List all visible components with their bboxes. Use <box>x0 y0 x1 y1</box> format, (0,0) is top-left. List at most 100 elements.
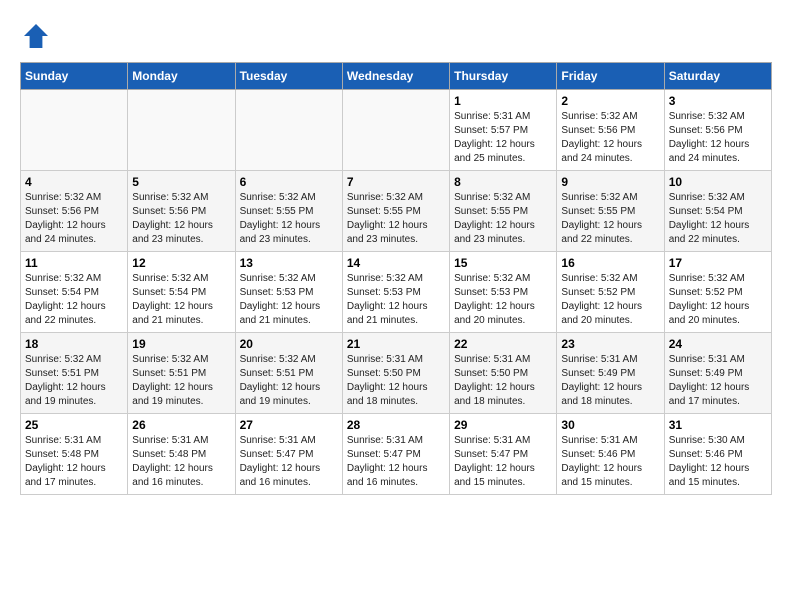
day-info: Sunrise: 5:32 AM Sunset: 5:53 PM Dayligh… <box>454 272 552 328</box>
day-number: 1 <box>454 94 552 108</box>
day-number: 20 <box>240 337 338 351</box>
day-number: 12 <box>132 256 230 270</box>
calendar-cell: 19 Sunrise: 5:32 AM Sunset: 5:51 PM Dayli… <box>128 333 235 414</box>
calendar-cell: 28 Sunrise: 5:31 AM Sunset: 5:47 PM Dayli… <box>342 414 449 495</box>
day-number: 8 <box>454 175 552 189</box>
calendar-cell: 5 Sunrise: 5:32 AM Sunset: 5:56 PM Daylig… <box>128 171 235 252</box>
day-info: Sunrise: 5:31 AM Sunset: 5:47 PM Dayligh… <box>347 434 445 490</box>
day-number: 13 <box>240 256 338 270</box>
weekday-header-thursday: Thursday <box>450 63 557 90</box>
day-info: Sunrise: 5:32 AM Sunset: 5:53 PM Dayligh… <box>347 272 445 328</box>
day-info: Sunrise: 5:32 AM Sunset: 5:56 PM Dayligh… <box>561 110 659 166</box>
day-number: 27 <box>240 418 338 432</box>
calendar-cell: 3 Sunrise: 5:32 AM Sunset: 5:56 PM Daylig… <box>664 90 771 171</box>
calendar-cell: 9 Sunrise: 5:32 AM Sunset: 5:55 PM Daylig… <box>557 171 664 252</box>
calendar-cell: 17 Sunrise: 5:32 AM Sunset: 5:52 PM Dayli… <box>664 252 771 333</box>
day-number: 9 <box>561 175 659 189</box>
calendar-cell: 11 Sunrise: 5:32 AM Sunset: 5:54 PM Dayli… <box>21 252 128 333</box>
day-number: 18 <box>25 337 123 351</box>
day-info: Sunrise: 5:32 AM Sunset: 5:54 PM Dayligh… <box>132 272 230 328</box>
day-info: Sunrise: 5:31 AM Sunset: 5:47 PM Dayligh… <box>454 434 552 490</box>
day-info: Sunrise: 5:31 AM Sunset: 5:47 PM Dayligh… <box>240 434 338 490</box>
calendar-cell: 14 Sunrise: 5:32 AM Sunset: 5:53 PM Dayli… <box>342 252 449 333</box>
calendar-cell: 24 Sunrise: 5:31 AM Sunset: 5:49 PM Dayli… <box>664 333 771 414</box>
weekday-header-sunday: Sunday <box>21 63 128 90</box>
day-number: 10 <box>669 175 767 189</box>
calendar-week-row: 4 Sunrise: 5:32 AM Sunset: 5:56 PM Daylig… <box>21 171 772 252</box>
day-info: Sunrise: 5:32 AM Sunset: 5:55 PM Dayligh… <box>240 191 338 247</box>
day-info: Sunrise: 5:32 AM Sunset: 5:51 PM Dayligh… <box>132 353 230 409</box>
day-info: Sunrise: 5:31 AM Sunset: 5:48 PM Dayligh… <box>132 434 230 490</box>
day-number: 2 <box>561 94 659 108</box>
calendar-cell: 6Sunrise: 5:32 AM Sunset: 5:55 PM Daylig… <box>235 171 342 252</box>
day-number: 28 <box>347 418 445 432</box>
calendar-cell: 26 Sunrise: 5:31 AM Sunset: 5:48 PM Dayli… <box>128 414 235 495</box>
calendar-cell: 20 Sunrise: 5:32 AM Sunset: 5:51 PM Dayli… <box>235 333 342 414</box>
calendar-cell: 8 Sunrise: 5:32 AM Sunset: 5:55 PM Daylig… <box>450 171 557 252</box>
logo <box>20 20 56 52</box>
calendar-cell <box>342 90 449 171</box>
calendar-cell: 30Sunrise: 5:31 AM Sunset: 5:46 PM Dayli… <box>557 414 664 495</box>
day-number: 26 <box>132 418 230 432</box>
weekday-header-friday: Friday <box>557 63 664 90</box>
calendar-cell: 29 Sunrise: 5:31 AM Sunset: 5:47 PM Dayli… <box>450 414 557 495</box>
day-info: Sunrise: 5:32 AM Sunset: 5:56 PM Dayligh… <box>25 191 123 247</box>
day-info: Sunrise: 5:31 AM Sunset: 5:50 PM Dayligh… <box>454 353 552 409</box>
calendar-cell: 10 Sunrise: 5:32 AM Sunset: 5:54 PM Dayli… <box>664 171 771 252</box>
day-number: 21 <box>347 337 445 351</box>
calendar-cell <box>21 90 128 171</box>
day-info: Sunrise: 5:31 AM Sunset: 5:48 PM Dayligh… <box>25 434 123 490</box>
page-header <box>20 20 772 52</box>
day-info: Sunrise: 5:32 AM Sunset: 5:56 PM Dayligh… <box>669 110 767 166</box>
calendar-cell: 25Sunrise: 5:31 AM Sunset: 5:48 PM Dayli… <box>21 414 128 495</box>
day-number: 17 <box>669 256 767 270</box>
day-info: Sunrise: 5:32 AM Sunset: 5:52 PM Dayligh… <box>561 272 659 328</box>
day-info: Sunrise: 5:31 AM Sunset: 5:49 PM Dayligh… <box>669 353 767 409</box>
calendar-week-row: 18 Sunrise: 5:32 AM Sunset: 5:51 PM Dayli… <box>21 333 772 414</box>
day-number: 29 <box>454 418 552 432</box>
calendar-week-row: 25Sunrise: 5:31 AM Sunset: 5:48 PM Dayli… <box>21 414 772 495</box>
weekday-header-tuesday: Tuesday <box>235 63 342 90</box>
day-info: Sunrise: 5:32 AM Sunset: 5:54 PM Dayligh… <box>25 272 123 328</box>
calendar-cell: 2 Sunrise: 5:32 AM Sunset: 5:56 PM Daylig… <box>557 90 664 171</box>
day-number: 22 <box>454 337 552 351</box>
calendar-header: SundayMondayTuesdayWednesdayThursdayFrid… <box>21 63 772 90</box>
day-number: 23 <box>561 337 659 351</box>
calendar-cell: 31Sunrise: 5:30 AM Sunset: 5:46 PM Dayli… <box>664 414 771 495</box>
weekday-header-wednesday: Wednesday <box>342 63 449 90</box>
day-info: Sunrise: 5:32 AM Sunset: 5:56 PM Dayligh… <box>132 191 230 247</box>
day-info: Sunrise: 5:32 AM Sunset: 5:52 PM Dayligh… <box>669 272 767 328</box>
day-number: 14 <box>347 256 445 270</box>
day-number: 5 <box>132 175 230 189</box>
day-info: Sunrise: 5:32 AM Sunset: 5:55 PM Dayligh… <box>454 191 552 247</box>
day-number: 3 <box>669 94 767 108</box>
day-info: Sunrise: 5:32 AM Sunset: 5:55 PM Dayligh… <box>561 191 659 247</box>
calendar-cell: 12 Sunrise: 5:32 AM Sunset: 5:54 PM Dayli… <box>128 252 235 333</box>
day-info: Sunrise: 5:31 AM Sunset: 5:49 PM Dayligh… <box>561 353 659 409</box>
calendar-cell: 7Sunrise: 5:32 AM Sunset: 5:55 PM Daylig… <box>342 171 449 252</box>
day-info: Sunrise: 5:32 AM Sunset: 5:51 PM Dayligh… <box>240 353 338 409</box>
calendar-week-row: 1 Sunrise: 5:31 AM Sunset: 5:57 PM Daylig… <box>21 90 772 171</box>
calendar-week-row: 11 Sunrise: 5:32 AM Sunset: 5:54 PM Dayli… <box>21 252 772 333</box>
calendar-table: SundayMondayTuesdayWednesdayThursdayFrid… <box>20 62 772 495</box>
calendar-cell: 18 Sunrise: 5:32 AM Sunset: 5:51 PM Dayli… <box>21 333 128 414</box>
day-info: Sunrise: 5:30 AM Sunset: 5:46 PM Dayligh… <box>669 434 767 490</box>
day-info: Sunrise: 5:32 AM Sunset: 5:54 PM Dayligh… <box>669 191 767 247</box>
day-number: 16 <box>561 256 659 270</box>
calendar-cell <box>128 90 235 171</box>
calendar-cell: 27 Sunrise: 5:31 AM Sunset: 5:47 PM Dayli… <box>235 414 342 495</box>
calendar-cell: 22 Sunrise: 5:31 AM Sunset: 5:50 PM Dayli… <box>450 333 557 414</box>
weekday-header-row: SundayMondayTuesdayWednesdayThursdayFrid… <box>21 63 772 90</box>
calendar-cell <box>235 90 342 171</box>
day-info: Sunrise: 5:32 AM Sunset: 5:51 PM Dayligh… <box>25 353 123 409</box>
logo-icon <box>20 20 52 52</box>
weekday-header-monday: Monday <box>128 63 235 90</box>
day-number: 11 <box>25 256 123 270</box>
day-number: 19 <box>132 337 230 351</box>
calendar-cell: 21Sunrise: 5:31 AM Sunset: 5:50 PM Dayli… <box>342 333 449 414</box>
day-number: 24 <box>669 337 767 351</box>
day-info: Sunrise: 5:31 AM Sunset: 5:46 PM Dayligh… <box>561 434 659 490</box>
day-info: Sunrise: 5:31 AM Sunset: 5:57 PM Dayligh… <box>454 110 552 166</box>
day-number: 4 <box>25 175 123 189</box>
day-number: 15 <box>454 256 552 270</box>
